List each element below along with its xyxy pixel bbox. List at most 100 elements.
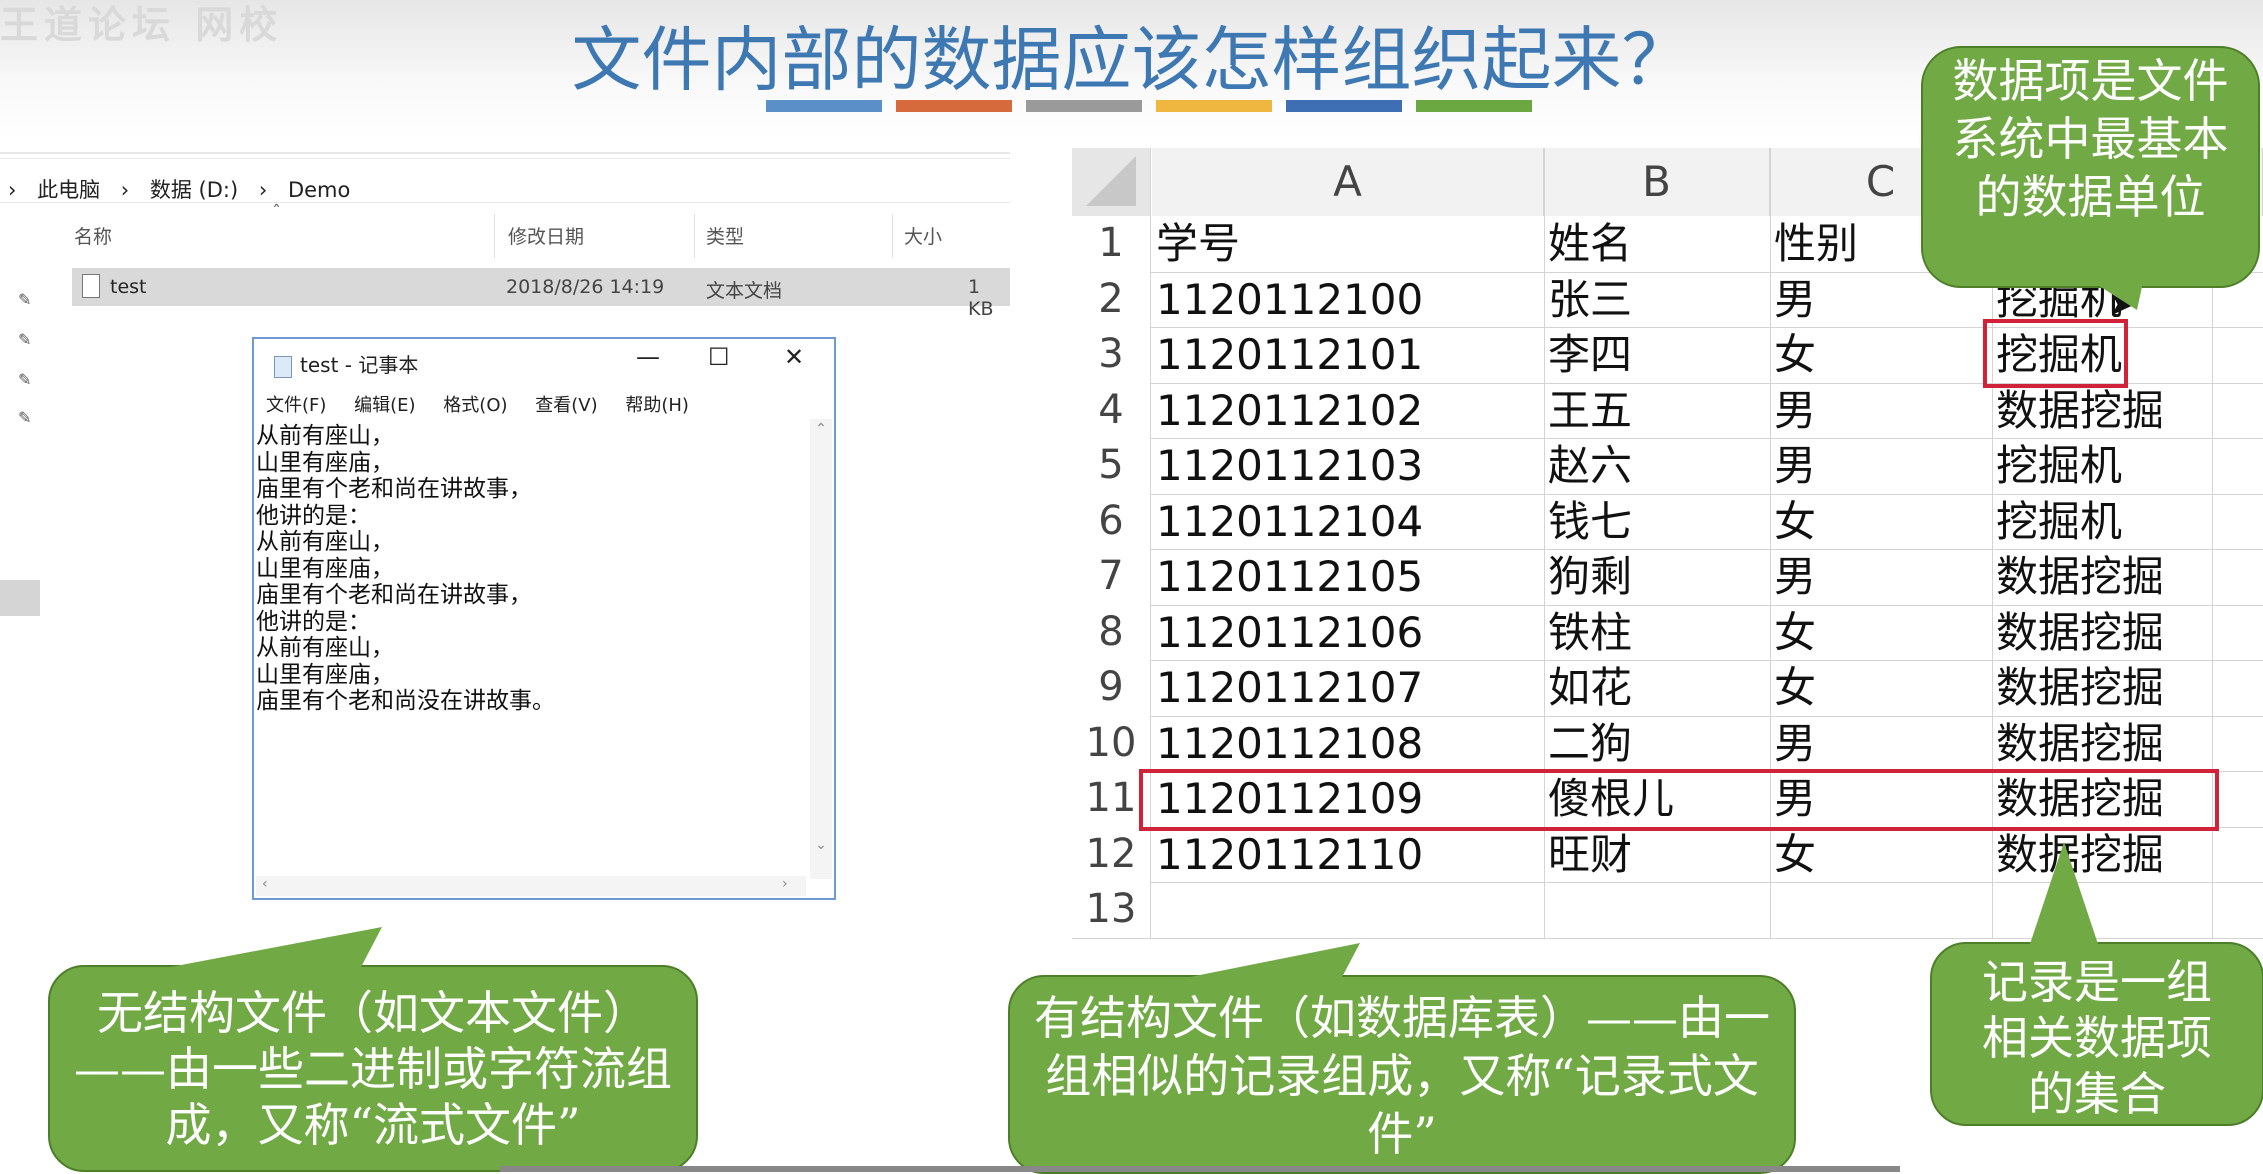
callout-pointer [160, 927, 382, 969]
sheet-cell[interactable] [1156, 882, 1540, 937]
breadcrumb-drive[interactable]: 数据 (D:) [150, 178, 238, 202]
sidebar-selected-item[interactable] [0, 580, 40, 616]
sheet-cell[interactable]: 男 [1774, 716, 1988, 771]
horizontal-scrollbar[interactable]: ‹ › [256, 876, 806, 896]
sheet-cell[interactable] [1774, 882, 1988, 937]
notepad-text-area[interactable]: 从前有座山， 山里有座庙， 庙里有个老和尚在讲故事， 他讲的是： 从前有座山， … [256, 423, 796, 823]
row-header[interactable]: 8 [1072, 604, 1150, 660]
row-header[interactable]: 12 [1072, 826, 1150, 882]
pin-icon[interactable]: ✎ [18, 408, 32, 427]
sheet-cell[interactable]: 旺财 [1548, 827, 1766, 882]
menu-format[interactable]: 格式(O) [443, 395, 507, 416]
callout-pointer [2093, 282, 2143, 310]
row-header[interactable]: 4 [1072, 382, 1150, 438]
sheet-cell[interactable]: 张三 [1548, 272, 1766, 327]
pin-icon[interactable]: ✎ [18, 290, 32, 309]
sheet-cell[interactable]: 如花 [1548, 660, 1766, 715]
sheet-cell[interactable]: 学号 [1156, 216, 1540, 271]
row-header[interactable]: 3 [1072, 327, 1150, 382]
sheet-cell[interactable]: 二狗 [1548, 716, 1766, 771]
sheet-cell[interactable]: 姓名 [1548, 216, 1766, 271]
sheet-cell[interactable]: 女 [1774, 327, 1988, 382]
sheet-cell[interactable]: 数据挖掘 [1996, 549, 2259, 604]
row-header[interactable]: 9 [1072, 660, 1150, 715]
text-file-icon [82, 274, 100, 298]
file-row[interactable]: test 2018/8/26 14:19 文本文档 1 KB [72, 268, 1010, 320]
sheet-cell[interactable]: 1120112106 [1156, 605, 1540, 660]
menu-view[interactable]: 查看(V) [535, 395, 597, 416]
sheet-cell[interactable]: 男 [1774, 549, 1988, 604]
column-header-modified[interactable]: 修改日期 [508, 222, 584, 249]
sheet-cell[interactable]: 1120112101 [1156, 327, 1540, 382]
callout-pointer [2030, 842, 2098, 944]
sheet-cell[interactable]: 1120112108 [1156, 716, 1540, 771]
sheet-cell[interactable]: 男 [1774, 438, 1988, 493]
menu-file[interactable]: 文件(F) [266, 395, 326, 416]
sheet-cell[interactable]: 1120112103 [1156, 438, 1540, 493]
breadcrumb-arrow-icon: › [8, 178, 17, 202]
maximize-button[interactable]: ☐ [708, 343, 730, 371]
sheet-cell[interactable]: 狗剩 [1548, 549, 1766, 604]
sheet-cell[interactable]: 1120112107 [1156, 660, 1540, 715]
row-header[interactable]: 5 [1072, 438, 1150, 493]
close-button[interactable]: ✕ [784, 343, 804, 371]
sheet-cell[interactable]: 数据挖掘 [1996, 660, 2259, 715]
sheet-cell[interactable]: 女 [1774, 605, 1988, 660]
sheet-cell[interactable] [1548, 882, 1766, 937]
row-header[interactable]: 6 [1072, 493, 1150, 549]
sheet-cell[interactable]: 王五 [1548, 383, 1766, 438]
row-header[interactable]: 13 [1072, 882, 1150, 937]
sheet-cell[interactable]: 女 [1774, 827, 1988, 882]
sheet-cell[interactable]: 女 [1774, 494, 1988, 549]
sheet-cell[interactable]: 数据挖掘 [1996, 605, 2259, 660]
column-header-size[interactable]: 大小 [904, 222, 942, 249]
scroll-right-icon[interactable]: › [782, 876, 788, 892]
sheet-cell[interactable]: 1120112104 [1156, 494, 1540, 549]
row-header[interactable]: 10 [1072, 715, 1150, 771]
minimize-button[interactable]: — [636, 343, 660, 371]
row-header[interactable]: 2 [1072, 271, 1150, 327]
sheet-cell[interactable]: 李四 [1548, 327, 1766, 382]
pin-icon[interactable]: ✎ [18, 370, 32, 389]
sheet-cell[interactable]: 1120112110 [1156, 827, 1540, 882]
sheet-cell[interactable]: 挖掘机 [1996, 494, 2259, 549]
file-modified: 2018/8/26 14:19 [506, 276, 665, 298]
scroll-up-icon[interactable]: ⌃ [810, 421, 832, 437]
sheet-cell[interactable]: 钱七 [1548, 494, 1766, 549]
callout-stream-file-text: 无结构文件（如文本文件）——由一些二进制或字符流组成，又称“流式文件” [74, 986, 672, 1152]
sheet-cell[interactable]: 挖掘机 [1996, 438, 2259, 493]
column-header-a[interactable]: A [1152, 148, 1544, 216]
breadcrumb[interactable]: › 此电脑 › 数据 (D:) › Demo [8, 174, 364, 204]
title-stripe [766, 100, 882, 112]
row-header[interactable]: 7 [1072, 549, 1150, 604]
menu-edit[interactable]: 编辑(E) [354, 395, 415, 416]
callout-record-text: 记录是一组相关数据项的集合 [1982, 955, 2212, 1121]
breadcrumb-this-pc[interactable]: 此电脑 [37, 178, 100, 202]
sheet-cell[interactable]: 1120112102 [1156, 383, 1540, 438]
title-stripe [1286, 100, 1402, 112]
row-header[interactable]: 1 [1072, 216, 1150, 271]
scroll-down-icon[interactable]: ⌄ [810, 837, 832, 853]
column-header-name[interactable]: 名称 [74, 222, 112, 249]
sheet-cell[interactable]: 铁柱 [1548, 605, 1766, 660]
sheet-cell[interactable]: 男 [1774, 383, 1988, 438]
title-stripe [1156, 100, 1272, 112]
menu-help[interactable]: 帮助(H) [625, 395, 689, 416]
breadcrumb-folder[interactable]: Demo [288, 178, 350, 202]
file-name: test [110, 276, 147, 298]
sheet-cell[interactable]: 赵六 [1548, 438, 1766, 493]
vertical-scrollbar[interactable]: ⌃ ⌄ [810, 419, 832, 879]
sheet-cell[interactable]: 数据挖掘 [1996, 383, 2259, 438]
column-header-type[interactable]: 类型 [706, 222, 744, 249]
sort-chevron-up-icon[interactable]: ˆ [272, 202, 281, 223]
scroll-left-icon[interactable]: ‹ [262, 876, 268, 892]
file-size: 1 KB [968, 276, 994, 320]
sheet-cell[interactable]: 1120112105 [1156, 549, 1540, 604]
sheet-cell[interactable]: 数据挖掘 [1996, 716, 2259, 771]
pin-icon[interactable]: ✎ [18, 330, 32, 349]
sheet-cell[interactable]: 1120112100 [1156, 272, 1540, 327]
column-header-b[interactable]: B [1544, 148, 1770, 216]
select-all-corner[interactable] [1072, 148, 1150, 216]
callout-record-file: 有结构文件（如数据库表）——由一组相似的记录组成，又称“记录式文件” [1008, 943, 1796, 1174]
sheet-cell[interactable]: 女 [1774, 660, 1988, 715]
